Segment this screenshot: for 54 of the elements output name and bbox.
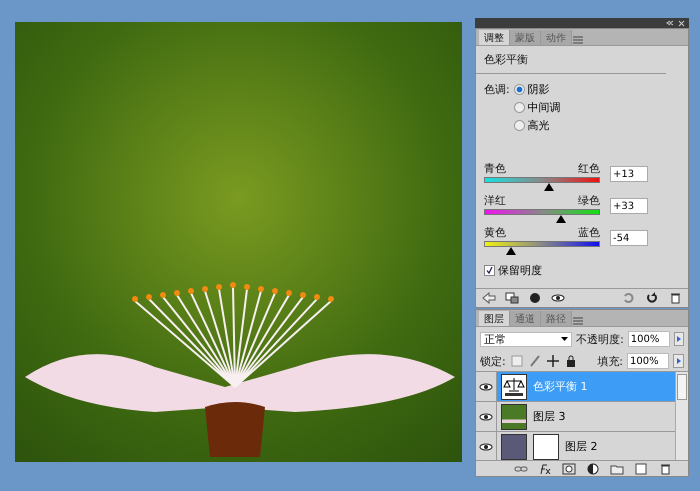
preserve-luminosity-checkbox[interactable]: 保留明度	[484, 263, 680, 278]
close-icon	[678, 18, 685, 28]
arrow-icon	[676, 336, 681, 342]
eye-icon	[479, 380, 493, 392]
blend-mode-dropdown[interactable]: 正常	[480, 332, 572, 346]
layer-row[interactable]: 图层 3	[476, 402, 675, 432]
value-field[interactable]: -54	[610, 230, 648, 246]
opacity-label: 不透明度:	[576, 332, 624, 346]
opacity-arrow-button[interactable]	[674, 332, 684, 346]
fx-icon[interactable]	[538, 463, 552, 475]
new-layer-icon[interactable]	[634, 463, 648, 475]
slider-label: 洋红	[484, 193, 506, 208]
slider-label: 蓝色	[578, 225, 600, 240]
balance-scale-icon	[501, 374, 527, 400]
value-field[interactable]: +13	[610, 166, 648, 182]
eye-icon	[479, 440, 493, 452]
tone-radio[interactable]: 中间调	[514, 100, 561, 115]
arrow-icon	[676, 358, 680, 364]
move-icon[interactable]	[546, 355, 560, 367]
reset-icon[interactable]	[645, 292, 659, 304]
tone-radio[interactable]: 阴影	[514, 82, 561, 97]
panel-tab[interactable]: 调整	[479, 30, 510, 45]
panel-menu-icon	[572, 35, 584, 45]
slider-label: 红色	[578, 161, 600, 176]
panel-title: 色彩平衡	[476, 46, 666, 74]
folder-icon[interactable]	[610, 463, 624, 475]
tone-label: 色调:	[484, 82, 510, 97]
opacity-field[interactable]: 100%	[628, 331, 670, 347]
half-circle-icon[interactable]	[586, 463, 600, 475]
trash-icon[interactable]	[658, 463, 672, 475]
caret-icon	[561, 337, 568, 341]
fill-field[interactable]: 100%	[627, 353, 669, 369]
mask-thumbnail	[533, 434, 559, 460]
eye-pressed-icon[interactable]	[528, 292, 542, 304]
slider-label: 青色	[484, 161, 506, 176]
back-arrow-icon[interactable]	[482, 292, 496, 304]
panel-menu-icon	[572, 316, 584, 326]
layer-clip-icon[interactable]	[505, 292, 519, 304]
slider-label: 绿色	[578, 193, 600, 208]
mask-icon[interactable]	[562, 463, 576, 475]
eye-icon	[479, 410, 493, 422]
lock-label: 锁定:	[480, 354, 506, 368]
trash-icon[interactable]	[668, 292, 682, 304]
fill-arrow-button[interactable]	[673, 354, 684, 368]
value-field[interactable]: +33	[610, 198, 648, 214]
photo-thumbnail	[501, 434, 527, 460]
fill-label: 填充:	[597, 354, 623, 368]
tone-radio[interactable]: 高光	[514, 118, 561, 133]
slider-label: 黄色	[484, 225, 506, 240]
panel-tab[interactable]: 图层	[479, 311, 510, 326]
photo-thumbnail	[501, 404, 527, 430]
collapse-icon	[666, 18, 674, 28]
eye-icon[interactable]	[551, 292, 565, 304]
scrollbar[interactable]	[675, 372, 688, 460]
